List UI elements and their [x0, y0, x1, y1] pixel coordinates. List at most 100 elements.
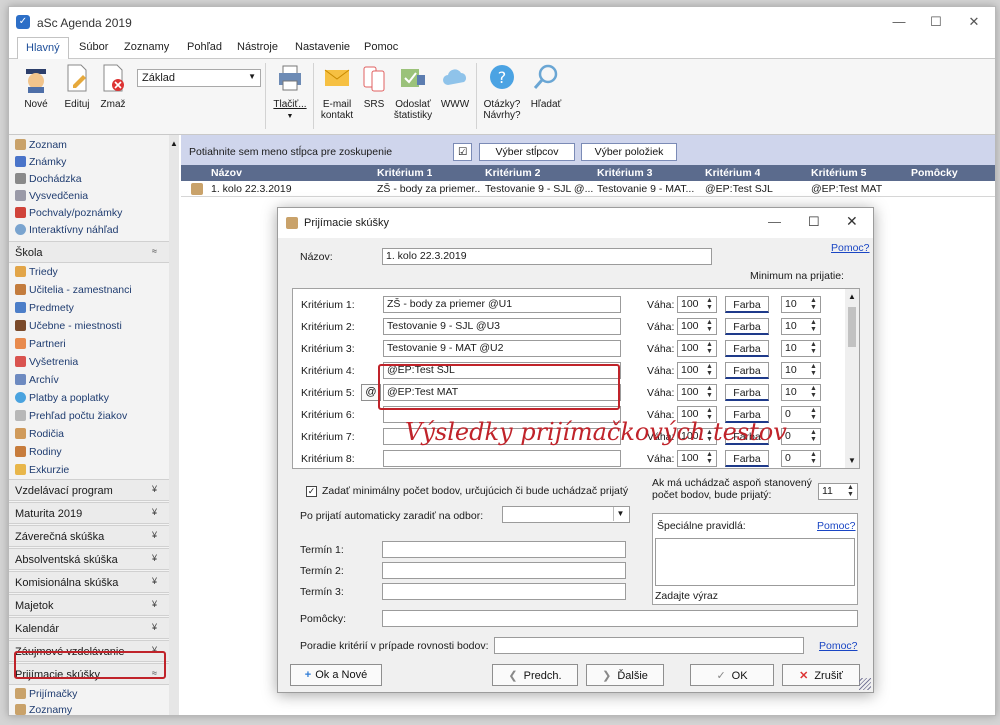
- spin-arrows-icon[interactable]: ▲ ▼: [704, 363, 715, 378]
- close-button[interactable]: ✕: [846, 213, 858, 230]
- sidebar-section-vzdelavaci[interactable]: Vzdelávací program ¥: [9, 479, 169, 501]
- table-row[interactable]: 1. kolo 22.3.2019 ZŠ - body za priemer..…: [181, 181, 995, 197]
- vaha-stepper[interactable]: 100 ▲ ▼: [677, 384, 717, 401]
- sidebar-item-dochadzka[interactable]: Dochádzka: [15, 173, 82, 189]
- sidebar-item-prijimacky[interactable]: Prijímačky: [15, 688, 77, 704]
- minimum-stepper[interactable]: 0 ▲ ▼: [781, 428, 821, 445]
- pravidla-help-link[interactable]: Pomoc?: [817, 520, 856, 532]
- kriterium-input[interactable]: Testovanie 9 - MAT @U2: [383, 340, 621, 357]
- spin-arrows-icon[interactable]: ▲ ▼: [808, 407, 819, 422]
- minimum-stepper[interactable]: 10 ▲ ▼: [781, 296, 821, 313]
- sidebar-section-kalendar[interactable]: Kalendár ¥: [9, 617, 169, 639]
- sidebar-item-nahlad[interactable]: Interaktívny náhľad: [15, 224, 118, 240]
- vaha-stepper[interactable]: 100 ▲ ▼: [677, 450, 717, 467]
- sidebar-item-partneri[interactable]: Partneri: [15, 338, 66, 354]
- sidebar-item-platby[interactable]: Platby a poplatky: [15, 392, 109, 408]
- menu-pomoc[interactable]: Pomoc: [364, 41, 398, 53]
- sidebar-section-skola[interactable]: Škola ≈: [9, 241, 169, 263]
- minimum-stepper[interactable]: 10 ▲ ▼: [781, 384, 821, 401]
- sidebar-section-komisionalna[interactable]: Komisionálna skúška ¥: [9, 571, 169, 593]
- spin-arrows-icon[interactable]: ▲ ▼: [845, 484, 856, 499]
- email-button[interactable]: E-mail kontakt: [317, 63, 357, 121]
- scroll-thumb[interactable]: [848, 307, 856, 347]
- print-button[interactable]: Tlačiť... ▼: [271, 63, 309, 120]
- minimum-stepper[interactable]: 10 ▲ ▼: [781, 362, 821, 379]
- menu-nastavenie[interactable]: Nastavenie: [295, 41, 350, 53]
- farba-button[interactable]: Farba: [725, 296, 769, 313]
- minimum-stepper[interactable]: 0 ▲ ▼: [781, 406, 821, 423]
- filter-toggle-button[interactable]: ☑: [453, 143, 473, 161]
- spin-arrows-icon[interactable]: ▲ ▼: [808, 341, 819, 356]
- spin-arrows-icon[interactable]: ▲ ▼: [808, 429, 819, 444]
- minimum-stepper[interactable]: 0 ▲ ▼: [781, 450, 821, 467]
- minimum-stepper[interactable]: 10 ▲ ▼: [781, 318, 821, 335]
- view-combo[interactable]: Základ ▼: [137, 69, 261, 87]
- min-points-checkbox[interactable]: ✓ Zadať minimálny počet bodov, určujúcich…: [306, 485, 628, 497]
- kriterium-input[interactable]: Testovanie 9 - SJL @U3: [383, 318, 621, 335]
- next-button[interactable]: ❯ Ďalšie: [586, 664, 664, 686]
- spin-arrows-icon[interactable]: ▲ ▼: [808, 319, 819, 334]
- column-kriterium-3[interactable]: Kritérium 3: [597, 167, 652, 179]
- farba-button[interactable]: Farba: [725, 384, 769, 401]
- srs-button[interactable]: SRS: [359, 63, 389, 110]
- menu-subor[interactable]: Súbor: [79, 41, 108, 53]
- spin-arrows-icon[interactable]: ▲ ▼: [704, 319, 715, 334]
- delete-button[interactable]: Zmaž: [97, 63, 129, 110]
- farba-button[interactable]: Farba: [725, 362, 769, 379]
- minimize-button[interactable]: —: [768, 214, 781, 229]
- vaha-stepper[interactable]: 100 ▲ ▼: [677, 362, 717, 379]
- sidebar-item-znamky[interactable]: Známky: [15, 156, 66, 172]
- sidebar-item-rodicia[interactable]: Rodičia: [15, 428, 64, 444]
- kriterium-input[interactable]: [383, 450, 621, 467]
- help-link[interactable]: Pomoc?: [831, 242, 870, 254]
- sidebar-item-prehlad[interactable]: Prehľad počtu žiakov: [15, 410, 127, 426]
- termin3-input[interactable]: [382, 583, 626, 600]
- sidebar-section-majetok[interactable]: Majetok ¥: [9, 594, 169, 616]
- odbor-select[interactable]: ▼: [502, 506, 630, 523]
- column-pomocky[interactable]: Pomôcky: [911, 167, 958, 179]
- minimize-button[interactable]: —: [889, 13, 909, 31]
- spin-arrows-icon[interactable]: ▲ ▼: [808, 363, 819, 378]
- kriteria-scrollbar[interactable]: ▲ ▼: [845, 289, 859, 468]
- edit-button[interactable]: Edituj: [59, 63, 95, 110]
- sidebar-item-archiv[interactable]: Archív: [15, 374, 59, 390]
- sidebar-item-vysvedcenia[interactable]: Vysvedčenia: [15, 190, 88, 206]
- sidebar-item-exkurzie[interactable]: Exkurzie: [15, 464, 69, 480]
- sidebar-item-vysetrenia[interactable]: Vyšetrenia: [15, 356, 78, 372]
- spin-arrows-icon[interactable]: ▲ ▼: [808, 451, 819, 466]
- minimum-stepper[interactable]: 10 ▲ ▼: [781, 340, 821, 357]
- poradie-help-link[interactable]: Pomoc?: [819, 640, 858, 652]
- termin1-input[interactable]: [382, 541, 626, 558]
- sidebar-scrollbar[interactable]: ▲: [169, 135, 179, 715]
- farba-button[interactable]: Farba: [725, 318, 769, 335]
- column-kriterium-4[interactable]: Kritérium 4: [705, 167, 760, 179]
- spin-arrows-icon[interactable]: ▲ ▼: [808, 297, 819, 312]
- nazov-input[interactable]: 1. kolo 22.3.2019: [382, 248, 712, 265]
- sidebar-item-ucebne[interactable]: Učebne - miestnosti: [15, 320, 122, 336]
- column-kriterium-5[interactable]: Kritérium 5: [811, 167, 866, 179]
- spin-arrows-icon[interactable]: ▲ ▼: [704, 341, 715, 356]
- column-nazov[interactable]: Názov: [211, 167, 242, 179]
- sidebar-item-triedy[interactable]: Triedy: [15, 266, 58, 282]
- vaha-stepper[interactable]: 100 ▲ ▼: [677, 318, 717, 335]
- sidebar-item-ucitelia[interactable]: Učitelia - zamestnanci: [15, 284, 132, 300]
- spin-arrows-icon[interactable]: ▲ ▼: [808, 385, 819, 400]
- resize-grip-icon[interactable]: [859, 678, 871, 690]
- spin-arrows-icon[interactable]: ▲ ▼: [704, 451, 715, 466]
- maximize-button[interactable]: ☐: [808, 214, 820, 230]
- sidebar-section-absolventska[interactable]: Absolventská skúška ¥: [9, 548, 169, 570]
- ok-button[interactable]: ✓ OK: [690, 664, 774, 686]
- menu-nastroje[interactable]: Nástroje: [237, 41, 278, 53]
- search-button[interactable]: Hľadať: [527, 63, 565, 110]
- sidebar-item-pochvaly[interactable]: Pochvaly/poznámky: [15, 207, 122, 223]
- cancel-button[interactable]: ✕ Zrušiť: [782, 664, 860, 686]
- vaha-stepper[interactable]: 100 ▲ ▼: [677, 340, 717, 357]
- previous-button[interactable]: ❮ Predch.: [492, 664, 578, 686]
- menu-zoznamy[interactable]: Zoznamy: [124, 41, 169, 53]
- kriterium-input[interactable]: ZŠ - body za priemer @U1: [383, 296, 621, 313]
- select-items-button[interactable]: Výber položiek: [581, 143, 677, 161]
- pomocky-input[interactable]: [382, 610, 858, 627]
- sidebar-item-zoznam[interactable]: Zoznam: [15, 139, 67, 155]
- vaha-stepper[interactable]: 100 ▲ ▼: [677, 296, 717, 313]
- spin-arrows-icon[interactable]: ▲ ▼: [704, 385, 715, 400]
